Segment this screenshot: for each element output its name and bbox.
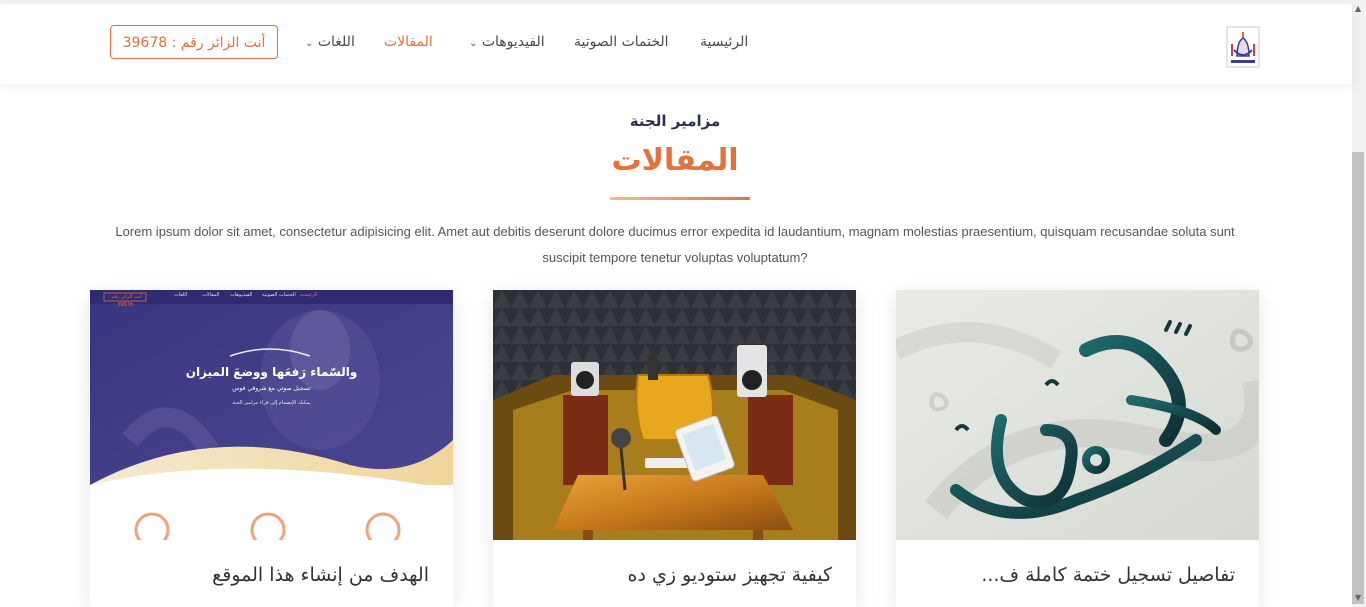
scroll-up-arrow-icon[interactable]: ▲ xyxy=(1355,4,1361,13)
nav-audio-khatmas-label: الختمات الصوتية xyxy=(574,34,669,50)
thumb-nav-audio: الختمات الصوتية xyxy=(262,292,296,298)
nav-videos-label: الفيديوهات xyxy=(481,34,545,50)
nav-articles-label: المقالات xyxy=(384,34,433,50)
section-description: Lorem ipsum dolor sit amet, consectetur … xyxy=(115,224,1235,265)
scroll-down-arrow-icon[interactable]: ▼ xyxy=(1355,593,1361,602)
nav-home-label: الرئيسية xyxy=(700,34,749,50)
section-subtitle: مزامير الجنة xyxy=(629,112,721,130)
visitor-counter-label: أنت الزائر رقم : 39678 xyxy=(122,35,266,51)
thumb-nav-languages: اللغات xyxy=(174,292,188,298)
thumb-nav-home: الرئيسية xyxy=(300,292,318,298)
recording-studio-image[interactable] xyxy=(493,290,856,540)
nav-home[interactable]: الرئيسية xyxy=(700,34,748,50)
visitor-counter[interactable]: أنت الزائر رقم : 39678 xyxy=(110,25,278,59)
chevron-down-icon: ⌄ xyxy=(469,38,478,49)
svg-text:ه: ه xyxy=(1226,295,1257,365)
section-title: المقالات xyxy=(611,143,739,178)
chevron-down-icon: ⌄ xyxy=(305,38,314,49)
scrollbar-thumb[interactable] xyxy=(1352,152,1364,604)
article-card-title[interactable]: تفاصيل تسجيل ختمة كاملة ف... xyxy=(981,564,1235,586)
nav-videos[interactable]: ⌄ الفيديوهات xyxy=(463,34,545,50)
site-header: الرئيسية الختمات الصوتية ⌄ الفيديوهات ال… xyxy=(0,4,1352,84)
article-card-title[interactable]: الهدف من إنشاء هذا الموقع xyxy=(212,564,429,586)
article-card-title[interactable]: كيفية تجهيز ستوديو زي ده xyxy=(628,564,833,586)
article-card[interactable]: ه ه تفاصيل تسجيل ختمة كاملة ف... xyxy=(896,290,1259,607)
thumb-nav-videos: الفيديوهات xyxy=(230,292,253,298)
site-logo[interactable] xyxy=(1226,26,1260,68)
nav-languages[interactable]: ⌄ اللغات xyxy=(299,34,355,50)
nav-audio-khatmas[interactable]: الختمات الصوتية xyxy=(574,34,669,50)
website-screenshot-image[interactable]: أنت الزائر رقم : 39678 اللغات المقالات ا… xyxy=(90,290,453,540)
svg-text:ه: ه xyxy=(926,364,952,422)
thumb-verse: والسّماء رَفعَها ووضعَ الميزان xyxy=(185,365,358,379)
nav-articles[interactable]: المقالات xyxy=(384,34,433,50)
thumb-line1: تسجيل صوتي مع شروقي فوس xyxy=(232,385,311,392)
nav-languages-label: اللغات xyxy=(317,34,355,50)
title-underline xyxy=(610,197,750,200)
khatma-calligraphy-image[interactable]: ه ه xyxy=(896,290,1259,540)
article-card[interactable]: كيفية تجهيز ستوديو زي ده xyxy=(493,290,856,607)
thumb-visitor-label: أنت الزائر رقم : 39678 xyxy=(108,294,142,308)
thumb-line2: يمكنك الإنضمام إلى قراء مزامير الجنة xyxy=(232,400,311,406)
article-card[interactable]: أنت الزائر رقم : 39678 اللغات المقالات ا… xyxy=(90,290,453,607)
thumb-nav-articles: المقالات xyxy=(202,292,220,298)
